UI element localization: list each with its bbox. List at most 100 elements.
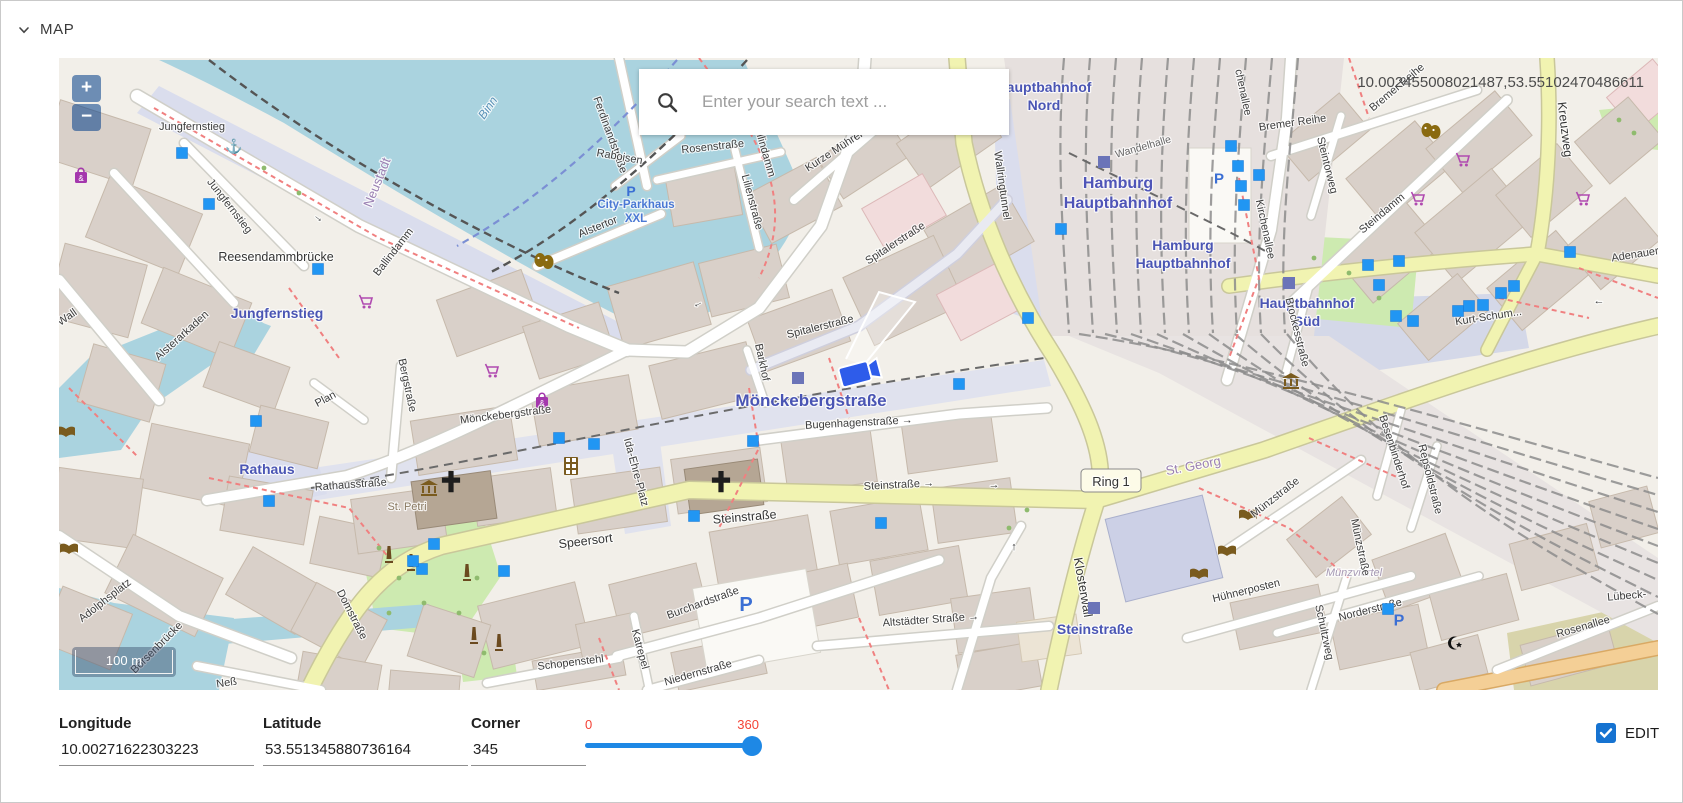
edit-toggle: EDIT — [1596, 723, 1659, 743]
map-edit-marker[interactable] — [876, 518, 887, 529]
map-edit-marker[interactable] — [204, 199, 215, 210]
svg-text:⚓: ⚓ — [225, 138, 242, 155]
section-title: MAP — [40, 21, 74, 38]
map-label: Hauptbahnhof — [1260, 295, 1355, 311]
search-icon — [657, 92, 678, 113]
map-edit-marker[interactable] — [1056, 224, 1067, 235]
transit-station-marker — [1088, 602, 1100, 614]
map-edit-marker[interactable] — [1478, 300, 1489, 311]
slider-handle[interactable] — [742, 736, 762, 756]
p-icon: P — [626, 183, 635, 199]
map-edit-marker[interactable] — [1496, 288, 1507, 299]
latitude-label: Latitude — [263, 715, 468, 732]
slider-max-label: 360 — [737, 717, 759, 732]
map-label: City-Parkhaus — [597, 199, 674, 211]
corner-slider: 0 360 — [585, 717, 759, 748]
svg-text:P: P — [626, 183, 635, 199]
map-label: Steinstraße — [1057, 621, 1133, 637]
map-label: St. Petri — [387, 501, 426, 513]
latitude-input[interactable] — [263, 738, 468, 766]
zoom-controls: + − — [72, 75, 101, 131]
search-input[interactable] — [700, 91, 991, 113]
map-edit-marker[interactable] — [748, 436, 759, 447]
map-edit-marker[interactable] — [1509, 281, 1520, 292]
map-label: → — [989, 479, 1000, 491]
slider-track[interactable] — [585, 743, 759, 748]
map-edit-marker[interactable] — [1464, 301, 1475, 312]
map-svg[interactable]: PPPP⚓&&JungfernstiegJungfernstiegReesend… — [59, 58, 1658, 690]
anchor-icon: ⚓ — [225, 138, 242, 155]
edit-label: EDIT — [1625, 725, 1659, 742]
svg-text:P: P — [739, 594, 752, 616]
map-edit-marker[interactable] — [1226, 141, 1237, 152]
map-label: XXL — [625, 213, 647, 225]
map-edit-marker[interactable] — [1394, 256, 1405, 267]
map-label: Mönckebergstraße — [735, 391, 886, 410]
map-label: Hauptbahnhof — [1136, 255, 1231, 271]
map-edit-marker[interactable] — [589, 439, 600, 450]
map-edit-marker[interactable] — [1254, 170, 1265, 181]
map-canvas[interactable]: PPPP⚓&&JungfernstiegJungfernstiegReesend… — [59, 58, 1658, 690]
map-edit-marker[interactable] — [499, 566, 510, 577]
map-edit-marker[interactable] — [954, 379, 965, 390]
map-edit-marker[interactable] — [689, 511, 700, 522]
map-edit-marker[interactable] — [177, 148, 188, 159]
map-edit-marker[interactable] — [313, 264, 324, 275]
zoom-in-button[interactable]: + — [72, 75, 101, 102]
map-edit-marker[interactable] — [1383, 604, 1394, 615]
p-icon: P — [1214, 170, 1224, 187]
map-label: Hamburg — [1152, 237, 1213, 253]
scale-bar-label: 100 m — [75, 650, 173, 674]
map-label: Hauptbahnhof — [1064, 195, 1173, 212]
map-section-header[interactable]: MAP — [17, 21, 74, 38]
map-coordinates-readout: 10.002455008021487,53.55102470486611 — [1357, 74, 1644, 91]
map-edit-marker[interactable] — [264, 496, 275, 507]
transit-station-marker — [1098, 156, 1110, 168]
chevron-down-icon[interactable] — [17, 23, 31, 37]
p-icon: P — [1394, 613, 1405, 630]
longitude-input[interactable] — [59, 738, 254, 766]
map-edit-marker[interactable] — [429, 539, 440, 550]
map-edit-marker[interactable] — [1023, 313, 1034, 324]
map-edit-marker[interactable] — [1408, 316, 1419, 327]
map-label: Hauptbahnhof — [997, 79, 1092, 95]
slider-min-label: 0 — [585, 717, 592, 732]
map-edit-marker[interactable] — [251, 416, 262, 427]
map-edit-marker[interactable] — [1233, 161, 1244, 172]
latitude-field: Latitude — [263, 715, 468, 766]
map-edit-marker[interactable] — [1239, 200, 1250, 211]
map-search-box — [639, 69, 1009, 135]
map-label: ← — [1594, 295, 1605, 307]
p-icon: P — [739, 594, 752, 616]
svg-text:&: & — [78, 174, 84, 183]
map-label: ↑ — [1011, 541, 1017, 553]
edit-checkbox[interactable] — [1596, 723, 1616, 743]
zoom-out-button[interactable]: − — [72, 104, 101, 131]
svg-text:Ring 1: Ring 1 — [1092, 474, 1130, 489]
map-edit-marker[interactable] — [1363, 260, 1374, 271]
map-edit-marker[interactable] — [1565, 247, 1576, 258]
map-label: Münzviertel — [1326, 567, 1383, 579]
map-label: Nord — [1028, 97, 1061, 113]
map-edit-marker[interactable] — [554, 433, 565, 444]
transit-station-marker — [1283, 277, 1295, 289]
map-edit-marker[interactable] — [1374, 280, 1385, 291]
map-edit-marker[interactable] — [1236, 181, 1247, 192]
slider-fill — [585, 743, 752, 748]
longitude-label: Longitude — [59, 715, 254, 732]
map-label: Neß — [215, 676, 238, 690]
svg-text:P: P — [1394, 613, 1405, 630]
check-icon — [1599, 727, 1613, 739]
map-edit-marker[interactable] — [1391, 311, 1402, 322]
svg-text:P: P — [1214, 170, 1224, 187]
corner-input[interactable] — [471, 738, 586, 766]
scale-bar: 100 m — [72, 647, 176, 677]
map-edit-marker[interactable] — [408, 556, 419, 567]
map-label: Hamburg — [1083, 175, 1153, 192]
map-edit-marker[interactable] — [1453, 306, 1464, 317]
longitude-field: Longitude — [59, 715, 254, 766]
film-icon — [564, 457, 578, 475]
corner-label: Corner — [471, 715, 586, 732]
page: MAP PPPP⚓&&JungfernstiegJungfernstiegRee… — [0, 0, 1683, 803]
map-label: Jungfernstieg — [159, 121, 225, 133]
